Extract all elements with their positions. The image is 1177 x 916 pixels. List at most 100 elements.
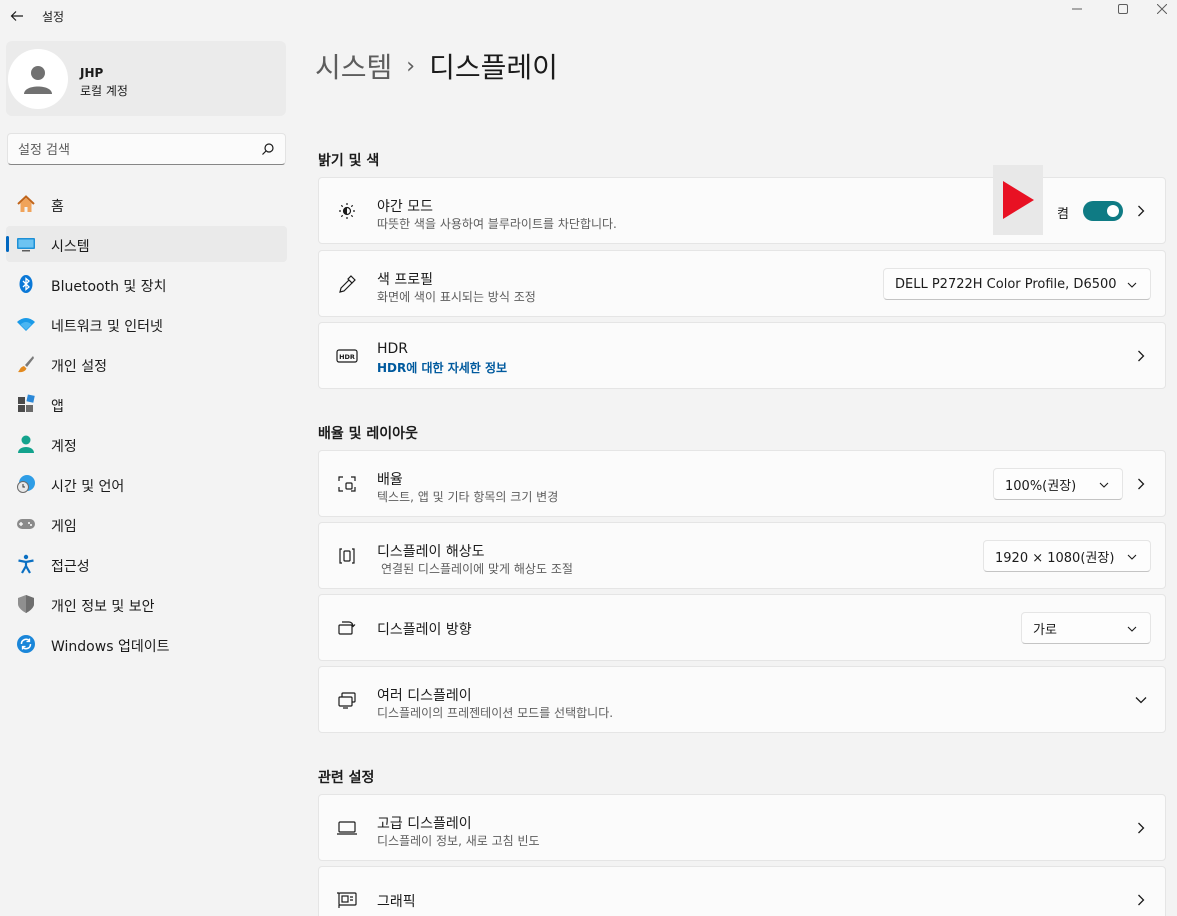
color-profile-dropdown[interactable]: DELL P2722H Color Profile, D6500	[883, 268, 1151, 300]
play-overlay-button[interactable]	[993, 165, 1043, 235]
sidebar-item-network[interactable]: 네트워크 및 인터넷	[6, 306, 287, 342]
hdr-info-link[interactable]: HDR에 대한 자세한 정보	[377, 359, 507, 376]
update-icon	[16, 634, 36, 654]
section-title-scale-layout: 배율 및 레이아웃	[318, 426, 418, 442]
toggle-knob	[1107, 205, 1119, 217]
section-title-related: 관련 설정	[318, 770, 375, 786]
search-box[interactable]	[7, 133, 286, 165]
eyedropper-icon	[336, 273, 358, 295]
sidebar-item-windows-update[interactable]: Windows 업데이트	[6, 626, 287, 662]
orientation-card: 디스플레이 방향 가로	[318, 594, 1166, 661]
chevron-right-icon	[1133, 202, 1149, 220]
search-icon[interactable]	[261, 142, 275, 156]
orientation-title: 디스플레이 방향	[377, 622, 472, 638]
profile-account-type: 로컬 계정	[80, 84, 128, 98]
profile-card[interactable]: JHP 로컬 계정	[6, 41, 286, 116]
chevron-right-icon[interactable]	[1133, 475, 1149, 493]
orientation-dropdown[interactable]: 가로	[1021, 612, 1151, 644]
multiple-displays-icon	[336, 689, 358, 711]
orientation-icon	[336, 617, 358, 639]
account-icon	[16, 434, 36, 454]
night-light-icon	[336, 200, 358, 222]
svg-text:HDR: HDR	[339, 353, 355, 361]
back-arrow-icon	[10, 11, 23, 21]
scale-card[interactable]: 배율 텍스트, 앱 및 기타 항목의 크기 변경 100%(권장)	[318, 450, 1166, 517]
sidebar-nav: 홈 시스템 Bluetooth 및 장치 네트워크 및 인터넷 개인 설정 앱	[6, 186, 287, 666]
gamepad-icon	[16, 514, 36, 534]
multiple-displays-subtitle: 디스플레이의 프레젠테이션 모드를 선택합니다.	[377, 706, 614, 720]
chevron-right-icon	[1133, 891, 1149, 909]
night-mode-toggle[interactable]	[1083, 201, 1123, 221]
chevron-right-icon	[1133, 347, 1149, 365]
sidebar-item-label: 시스템	[51, 239, 90, 255]
orientation-value: 가로	[1033, 622, 1057, 638]
maximize-icon	[1118, 4, 1128, 14]
sidebar-item-label: 개인 정보 및 보안	[51, 599, 155, 615]
sidebar-item-gaming[interactable]: 게임	[6, 506, 287, 542]
resolution-dropdown[interactable]: 1920 × 1080(권장)	[983, 540, 1151, 572]
chevron-right-icon	[1133, 819, 1149, 837]
breadcrumb: 시스템 › 디스플레이	[315, 46, 558, 86]
monitor-icon	[336, 817, 358, 839]
night-mode-toggle-state: 켬	[1057, 207, 1069, 222]
sidebar-item-privacy-security[interactable]: 개인 정보 및 보안	[6, 586, 287, 622]
user-icon	[24, 66, 52, 94]
sidebar-item-label: 접근성	[51, 559, 90, 575]
shield-icon	[16, 594, 36, 614]
scale-subtitle: 텍스트, 앱 및 기타 항목의 크기 변경	[377, 490, 559, 504]
sidebar-item-accounts[interactable]: 계정	[6, 426, 287, 462]
selection-indicator	[6, 236, 9, 252]
app-title: 설정	[42, 10, 65, 24]
sidebar-item-bluetooth[interactable]: Bluetooth 및 장치	[6, 266, 287, 302]
sidebar-item-label: 계정	[51, 439, 77, 455]
chevron-down-icon[interactable]	[1133, 692, 1149, 708]
apps-icon	[16, 394, 36, 414]
scale-icon	[336, 473, 358, 495]
sidebar-item-personalization[interactable]: 개인 설정	[6, 346, 287, 382]
multiple-displays-card[interactable]: 여러 디스플레이 디스플레이의 프레젠테이션 모드를 선택합니다.	[318, 666, 1166, 733]
sidebar-item-time-language[interactable]: 시간 및 언어	[6, 466, 287, 502]
advanced-display-card[interactable]: 고급 디스플레이 디스플레이 정보, 새로 고침 빈도	[318, 794, 1166, 861]
profile-name: JHP	[80, 66, 104, 80]
sidebar-item-label: Windows 업데이트	[51, 639, 170, 655]
hdr-card[interactable]: HDR HDR HDR에 대한 자세한 정보	[318, 322, 1166, 389]
graphics-card-icon	[336, 889, 358, 911]
chevron-down-icon	[1127, 282, 1137, 288]
scale-value: 100%(권장)	[1005, 478, 1077, 494]
resolution-icon	[336, 545, 358, 567]
avatar	[8, 49, 68, 109]
minimize-button[interactable]	[1054, 0, 1100, 18]
search-input[interactable]	[18, 140, 253, 160]
breadcrumb-parent[interactable]: 시스템	[315, 46, 392, 86]
night-mode-subtitle: 따뜻한 색을 사용하여 블루라이트를 차단합니다.	[377, 217, 617, 231]
scale-dropdown[interactable]: 100%(권장)	[993, 468, 1123, 500]
hdr-title: HDR	[377, 341, 409, 357]
back-button[interactable]	[6, 4, 28, 28]
sidebar-item-apps[interactable]: 앱	[6, 386, 287, 422]
sidebar-item-label: 게임	[51, 519, 77, 535]
sidebar-item-label: 시간 및 언어	[51, 479, 125, 495]
resolution-card: 디스플레이 해상도 연결된 디스플레이에 맞게 해상도 조절 1920 × 10…	[318, 522, 1166, 589]
bluetooth-icon	[16, 274, 36, 294]
maximize-button[interactable]	[1100, 0, 1146, 18]
night-mode-title: 야간 모드	[377, 199, 433, 215]
close-button[interactable]	[1146, 0, 1177, 18]
chevron-down-icon	[1127, 554, 1137, 560]
sidebar-item-label: 홈	[51, 199, 64, 215]
sidebar-item-system[interactable]: 시스템	[6, 226, 287, 262]
graphics-card[interactable]: 그래픽	[318, 866, 1166, 916]
sidebar-item-home[interactable]: 홈	[6, 186, 287, 222]
color-profile-value: DELL P2722H Color Profile, D6500	[895, 276, 1117, 292]
advanced-display-subtitle: 디스플레이 정보, 새로 고침 빈도	[377, 834, 540, 848]
sidebar-item-accessibility[interactable]: 접근성	[6, 546, 287, 582]
home-icon	[16, 194, 36, 214]
sidebar-item-label: 네트워크 및 인터넷	[51, 319, 163, 335]
sidebar-item-label: 개인 설정	[51, 359, 107, 375]
sidebar-item-label: 앱	[51, 399, 64, 415]
multiple-displays-title: 여러 디스플레이	[377, 688, 472, 704]
play-icon	[1003, 181, 1034, 219]
system-icon	[16, 234, 36, 254]
title-bar: 설정	[0, 0, 1177, 34]
hdr-icon: HDR	[336, 345, 358, 367]
chevron-down-icon	[1127, 626, 1137, 632]
